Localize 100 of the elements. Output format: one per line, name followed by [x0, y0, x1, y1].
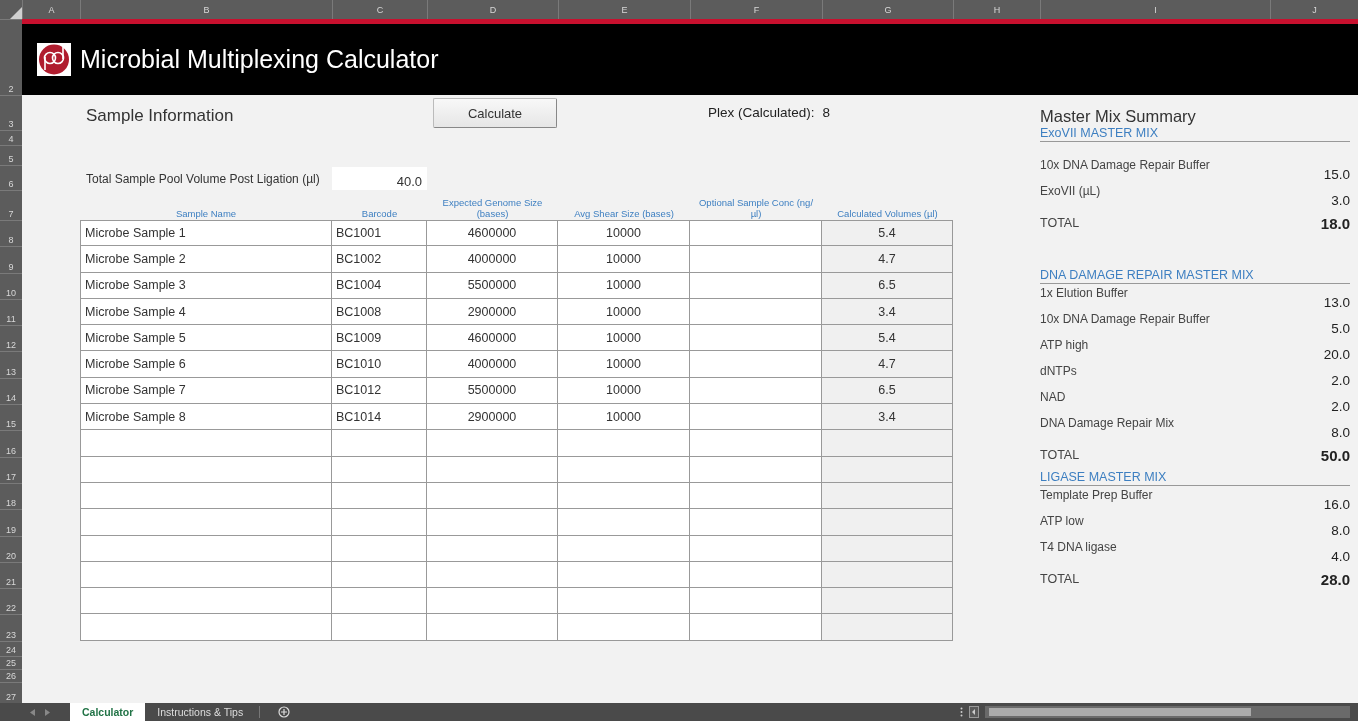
scroll-right-icon[interactable]: [45, 708, 50, 716]
row-header[interactable]: 17: [6, 471, 16, 483]
table-cell: BC1009: [332, 325, 427, 352]
table-cell: 4000000: [427, 246, 558, 273]
table-cell: 10000: [558, 298, 690, 326]
mix-heading: LIGASE MASTER MIX: [1040, 470, 1350, 486]
table-cell: BC1001: [332, 220, 427, 247]
row-header[interactable]: 6: [8, 179, 14, 190]
table-cell: 6.5: [822, 377, 953, 405]
table-cell: 5.4: [822, 325, 953, 352]
calculate-button[interactable]: Calculate: [433, 98, 557, 128]
row-header[interactable]: 21: [6, 577, 16, 589]
table-cell: Microbe Sample 7: [80, 377, 332, 405]
row-header[interactable]: 2: [8, 84, 14, 95]
row-header[interactable]: 13: [6, 366, 16, 378]
table-cell: BC1004: [332, 272, 427, 299]
row-header[interactable]: 4: [8, 134, 14, 145]
row-header[interactable]: 8: [8, 235, 14, 247]
row-header[interactable]: 3: [8, 119, 14, 130]
row-header[interactable]: 18: [6, 498, 16, 510]
sheet-tab[interactable]: Calculator: [70, 703, 146, 721]
row-header[interactable]: 24: [6, 644, 16, 656]
table-cell: 6.5: [822, 272, 953, 299]
table-cell: Microbe Sample 1: [80, 220, 332, 247]
row-header[interactable]: 16: [6, 445, 16, 457]
row-header[interactable]: 27: [6, 691, 16, 703]
table-cell: 10000: [558, 325, 690, 352]
summary-title: Master Mix Summary: [1040, 107, 1197, 126]
total-value: 28.0: [1320, 570, 1350, 588]
table-cell: 5.4: [822, 220, 953, 247]
column-heading: Expected Genome Size (bases): [441, 197, 544, 220]
ingredient-value: 15.0: [1323, 167, 1350, 182]
ingredient-value: 20.0: [1323, 347, 1350, 362]
row-header[interactable]: 15: [6, 419, 16, 431]
ingredient-value: 8.0: [1331, 425, 1350, 440]
ingredient-label: ExoVII (µL): [1040, 183, 1101, 198]
ingredient-value: 3.0: [1331, 193, 1350, 208]
row-header[interactable]: 14: [6, 393, 16, 405]
column-header[interactable]: H: [993, 4, 1001, 15]
table-cell: 5500000: [427, 377, 558, 405]
column-header[interactable]: F: [753, 4, 760, 15]
row-header[interactable]: 19: [6, 524, 16, 536]
ingredient-label: ATP low: [1040, 513, 1084, 528]
table-cell: Microbe Sample 8: [80, 404, 332, 431]
table-cell: 4600000: [427, 220, 558, 247]
table-cell: Microbe Sample 6: [80, 351, 332, 378]
total-value: 50.0: [1320, 446, 1350, 464]
table-cell: Microbe Sample 5: [80, 325, 332, 352]
horizontal-scrollbar[interactable]: [985, 706, 1350, 718]
total-value: 18.0: [1320, 214, 1350, 232]
table-cell: 10000: [558, 377, 690, 405]
column-header[interactable]: D: [489, 4, 497, 15]
row-header[interactable]: 20: [6, 550, 16, 562]
pool-volume-field[interactable]: 40.0: [332, 167, 427, 190]
pool-volume-label: Total Sample Pool Volume Post Ligation (µl): [85, 172, 321, 188]
table-cell: BC1002: [332, 246, 427, 273]
table-cell: 10000: [558, 246, 690, 273]
row-header[interactable]: 25: [6, 657, 16, 669]
table-cell: 10000: [558, 404, 690, 431]
column-heading: Sample Name: [174, 208, 238, 220]
plex-label: Plex (Calculated):: [708, 105, 815, 120]
column-header[interactable]: E: [621, 4, 628, 15]
total-label: TOTAL: [1040, 572, 1080, 586]
table-cell: BC1014: [332, 404, 427, 431]
ingredient-label: ATP high: [1040, 337, 1089, 352]
table-cell: 2900000: [427, 404, 558, 431]
ingredient-value: 8.0: [1331, 523, 1350, 538]
ingredient-value: 16.0: [1323, 497, 1350, 512]
sheet-tab[interactable]: Instructions & Tips: [145, 703, 256, 721]
table-cell: 4000000: [427, 351, 558, 378]
split-handle-icon[interactable]: [960, 707, 963, 717]
row-header[interactable]: 23: [6, 629, 16, 641]
column-header[interactable]: B: [203, 4, 210, 15]
column-header[interactable]: I: [1154, 4, 1157, 15]
column-header[interactable]: J: [1312, 4, 1317, 15]
scroll-left-icon[interactable]: [969, 706, 979, 718]
table-cell: BC1012: [332, 377, 427, 405]
row-header[interactable]: 5: [8, 154, 14, 165]
row-header[interactable]: 9: [8, 261, 14, 273]
window-title: Microbial Multiplexing Calculator: [80, 45, 439, 74]
scroll-left-icon[interactable]: [30, 708, 35, 716]
add-sheet-icon[interactable]: [278, 706, 291, 718]
column-header[interactable]: G: [884, 4, 892, 15]
row-header[interactable]: 12: [6, 340, 16, 352]
mix-heading: ExoVII MASTER MIX: [1040, 126, 1350, 142]
column-header[interactable]: C: [376, 4, 384, 15]
total-label: TOTAL: [1040, 448, 1080, 462]
row-header[interactable]: 11: [6, 314, 16, 326]
column-header[interactable]: A: [48, 4, 55, 15]
row-header[interactable]: 26: [6, 670, 16, 682]
ingredient-label: 1x Elution Buffer: [1040, 285, 1128, 300]
table-cell: 4.7: [822, 246, 953, 273]
row-header[interactable]: 10: [6, 287, 16, 299]
table-cell: BC1008: [332, 298, 427, 326]
table-cell: 4.7: [822, 351, 953, 378]
ingredient-label: dNTPs: [1040, 363, 1077, 378]
mix-heading: DNA DAMAGE REPAIR MASTER MIX: [1040, 268, 1350, 284]
ingredient-label: 10x DNA Damage Repair Buffer: [1040, 311, 1210, 326]
row-header[interactable]: 7: [8, 209, 14, 220]
row-header[interactable]: 22: [6, 603, 16, 615]
